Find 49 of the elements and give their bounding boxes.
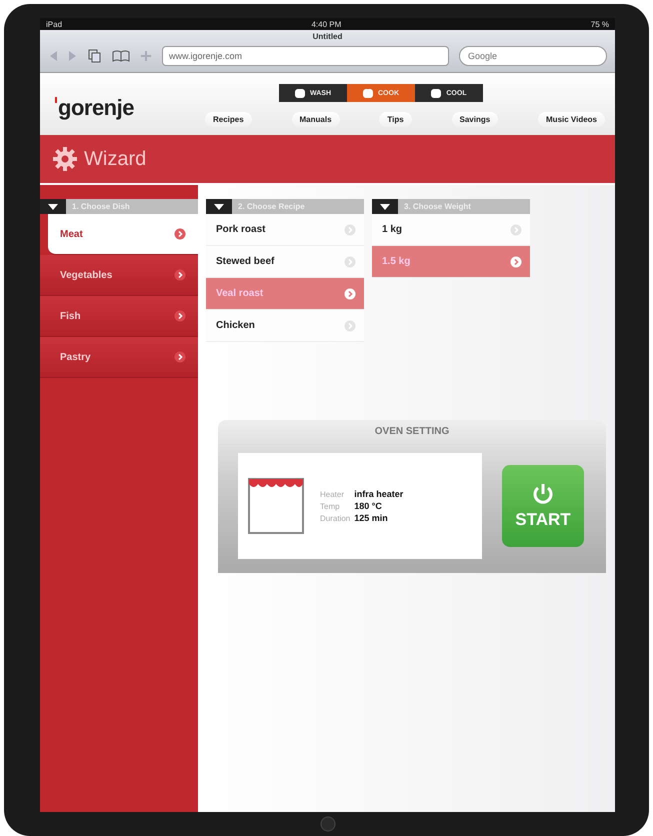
setting-label: Heater	[319, 488, 346, 500]
option-item[interactable]: Stewed beef	[206, 246, 364, 278]
arrow-circle-icon	[344, 256, 356, 268]
setting-label: Duration	[319, 512, 352, 524]
arrow-circle-icon	[174, 269, 186, 281]
oven-icon	[248, 478, 304, 534]
nav-link[interactable]: Manuals	[292, 112, 340, 127]
dish-item[interactable]: Meat	[48, 214, 198, 255]
book-icon[interactable]	[112, 50, 130, 62]
brand-logo[interactable]: gorenje	[58, 95, 134, 121]
option-item[interactable]: Chicken	[206, 310, 364, 342]
clock: 4:40 PM	[311, 20, 342, 28]
panel-title: OVEN SETTING	[218, 420, 606, 445]
arrow-circle-icon	[510, 224, 522, 236]
wizard-title: Wizard	[84, 148, 146, 170]
arrow-circle-icon	[344, 288, 356, 300]
arrow-circle-icon	[174, 310, 186, 322]
arrow-circle-icon	[344, 224, 356, 236]
collapse-button[interactable]	[40, 199, 66, 214]
nav-link[interactable]: Music Videos	[538, 112, 605, 127]
arrow-circle-icon	[344, 320, 356, 332]
setting-value: 125 min	[353, 512, 389, 524]
dish-item[interactable]: Vegetables	[40, 255, 198, 296]
setting-label: Temp	[319, 500, 341, 512]
page-title: Untitled	[312, 32, 344, 43]
pages-icon[interactable]	[88, 49, 102, 63]
setting-value: infra heater	[353, 488, 404, 500]
option-item[interactable]: Pork roast	[206, 214, 364, 246]
caret-icon	[379, 202, 391, 210]
gear-icon	[52, 146, 78, 172]
url-field[interactable]: www.igorenje.com	[162, 46, 449, 66]
nav-link[interactable]: Recipes	[205, 112, 252, 127]
caret-icon	[47, 202, 59, 210]
battery-level: 75 %	[590, 20, 609, 28]
collapse-button[interactable]	[206, 199, 232, 214]
setting-value: 180 °C	[353, 500, 383, 512]
arrow-circle-icon	[174, 228, 186, 240]
option-item[interactable]: 1 kg	[372, 214, 530, 246]
power-icon	[531, 482, 555, 506]
dish-item[interactable]: Fish	[40, 296, 198, 337]
nav-link[interactable]: Tips	[379, 112, 412, 127]
search-field[interactable]: Google	[459, 46, 607, 66]
arrow-circle-icon	[510, 256, 522, 268]
device-name: iPad	[46, 20, 62, 28]
dish-item[interactable]: Pastry	[40, 337, 198, 378]
nav-link[interactable]: Savings	[452, 112, 498, 127]
collapse-button[interactable]	[372, 199, 398, 214]
arrow-circle-icon	[174, 351, 186, 363]
caret-icon	[213, 202, 225, 210]
